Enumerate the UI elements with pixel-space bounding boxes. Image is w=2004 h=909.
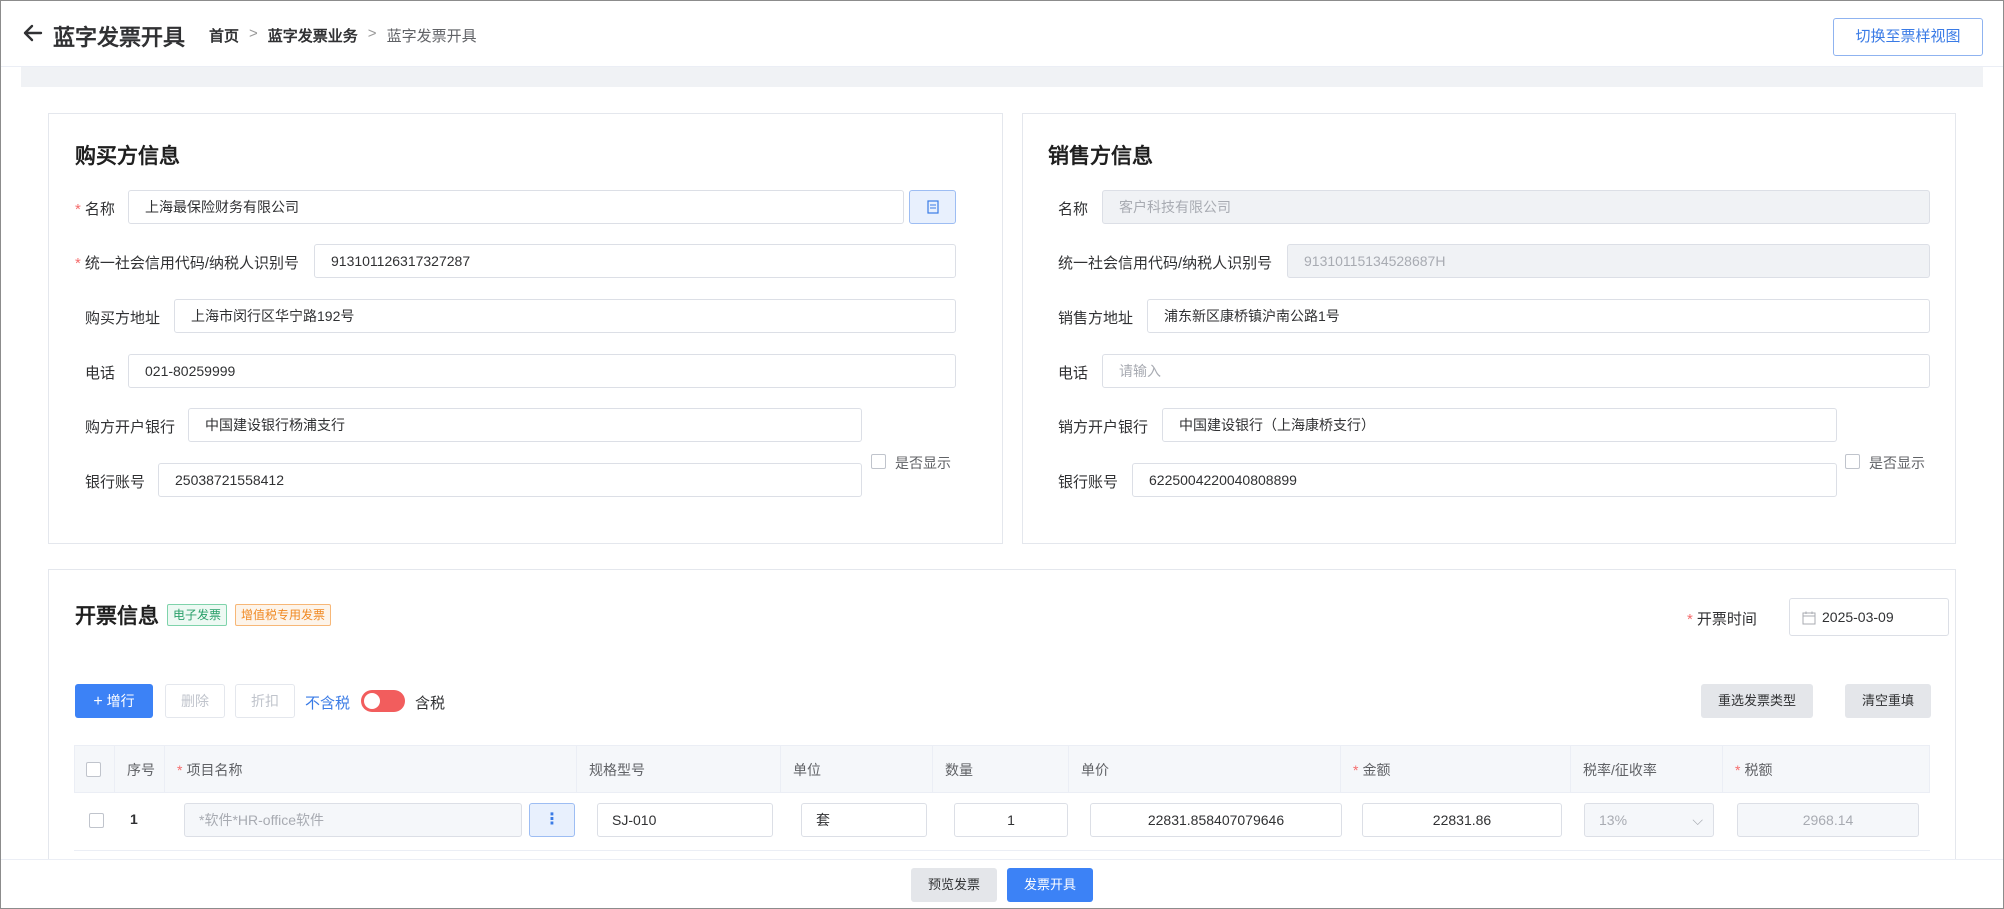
- unit-input[interactable]: 套: [801, 803, 927, 837]
- seller-name-input[interactable]: 客户科技有限公司: [1102, 190, 1930, 224]
- plus-icon: +: [93, 693, 103, 710]
- buyer-address-input[interactable]: 上海市闵行区华宁路192号: [174, 299, 956, 333]
- seller-account-input[interactable]: 6225004220040808899: [1132, 463, 1837, 497]
- more-vertical-icon: ⋮: [544, 811, 560, 828]
- seller-show-label: 是否显示: [1869, 455, 1925, 471]
- select-all-checkbox[interactable]: [86, 762, 101, 777]
- breadcrumb-separator: >: [249, 25, 258, 42]
- discount-button[interactable]: 折扣: [235, 684, 295, 718]
- tax-rate-select[interactable]: 13% ⌵: [1584, 803, 1714, 837]
- back-arrow-icon[interactable]: [21, 19, 45, 47]
- seller-bank-label: 销方开户银行: [1058, 419, 1149, 436]
- seller-panel: 销售方信息 名称 客户科技有限公司 统一社会信用代码/纳税人识别号 913101…: [1022, 113, 1956, 544]
- seller-tax-id-input[interactable]: 91310115134528687H: [1287, 244, 1930, 278]
- items-table-header: 序号 * 项目名称 规格型号 单位 数量 单价 * 金额 税率/征收率 * 税额: [74, 745, 1930, 794]
- calendar-icon: [1802, 611, 1816, 625]
- breadcrumb-home[interactable]: 首页: [209, 25, 239, 46]
- item-more-button[interactable]: ⋮: [529, 803, 575, 837]
- buyer-panel: 购买方信息 * 名称 上海最保险财务有限公司 * 统一社会信用代码/纳税人识别号 9…: [48, 113, 1003, 544]
- breadcrumb-current: 蓝字发票开具: [386, 28, 477, 45]
- buyer-tax-id-label: * 统一社会信用代码/纳税人识别号: [75, 255, 300, 272]
- seller-address-input[interactable]: 浦东新区康桥镇沪南公路1号: [1147, 299, 1930, 333]
- buyer-section-title: 购买方信息: [75, 145, 180, 168]
- col-spec: 规格型号: [577, 746, 781, 794]
- reselect-invoice-type-button[interactable]: 重选发票类型: [1701, 684, 1813, 718]
- chevron-down-icon: ⌵: [1692, 812, 1703, 828]
- buyer-address-label: 购买方地址: [85, 310, 161, 327]
- invoice-section-title: 开票信息 电子发票 增值税专用发票: [75, 600, 332, 630]
- seller-phone-input[interactable]: 请输入: [1102, 354, 1930, 388]
- table-row: 1 *软件*HR-office软件 ⋮ SJ-010 套 1 22831.858…: [74, 793, 1930, 851]
- col-tax: * 税额: [1735, 762, 1773, 778]
- amount-input[interactable]: 22831.86: [1362, 803, 1562, 837]
- vat-special-invoice-tag: 增值税专用发票: [235, 604, 332, 626]
- seller-account-label: 银行账号: [1058, 474, 1119, 491]
- page-title: 蓝字发票开具: [53, 25, 186, 50]
- electronic-invoice-tag: 电子发票: [167, 604, 228, 626]
- tax-toggle-switch[interactable]: [361, 690, 405, 712]
- seller-address-label: 销售方地址: [1058, 310, 1134, 327]
- breadcrumb-separator: >: [367, 25, 377, 42]
- buyer-name-input[interactable]: 上海最保险财务有限公司: [128, 190, 904, 224]
- required-mark: *: [75, 255, 81, 272]
- seller-show-checkbox[interactable]: [1845, 454, 1860, 469]
- required-mark: *: [1687, 611, 1693, 628]
- invoice-date-picker[interactable]: 2025-03-09: [1789, 598, 1949, 636]
- delete-button[interactable]: 删除: [165, 684, 225, 718]
- unit-price-input[interactable]: 22831.858407079646: [1090, 803, 1342, 837]
- breadcrumb-blue-invoice[interactable]: 蓝字发票业务: [268, 25, 358, 46]
- buyer-phone-label: 电话: [85, 365, 116, 382]
- document-icon: [927, 200, 939, 214]
- buyer-bank-label: 购方开户银行: [85, 419, 176, 436]
- col-tax-rate: 税率/征收率: [1571, 746, 1723, 794]
- add-row-button[interactable]: + 增行: [75, 684, 153, 718]
- header-select-all-cell: [75, 746, 115, 794]
- clear-refill-button[interactable]: 清空重填: [1845, 684, 1931, 718]
- tax-input[interactable]: 2968.14: [1737, 803, 1919, 837]
- seller-tax-id-label: 统一社会信用代码/纳税人识别号: [1058, 255, 1273, 272]
- buyer-name-label: * 名称: [75, 201, 115, 218]
- tax-exclusive-label[interactable]: 不含税: [305, 692, 350, 713]
- seller-section-title: 销售方信息: [1048, 145, 1153, 168]
- row-checkbox[interactable]: [89, 813, 104, 828]
- required-mark: *: [75, 201, 81, 218]
- buyer-account-label: 银行账号: [85, 474, 146, 491]
- breadcrumb: 首页 > 蓝字发票业务 > 蓝字发票开具: [209, 25, 477, 46]
- col-qty: 数量: [933, 746, 1069, 794]
- buyer-show-label: 是否显示: [895, 455, 951, 471]
- col-index: 序号: [115, 746, 165, 794]
- seller-bank-input[interactable]: 中国建设银行（上海康桥支行）: [1162, 408, 1837, 442]
- buyer-bank-input[interactable]: 中国建设银行杨浦支行: [188, 408, 862, 442]
- tax-inclusive-label[interactable]: 含税: [415, 692, 445, 713]
- footer-bar: 预览发票 发票开具: [1, 859, 2003, 908]
- col-item-name: * 项目名称: [165, 746, 577, 794]
- col-unit-price: 单价: [1069, 746, 1341, 794]
- buyer-lookup-button[interactable]: [909, 190, 956, 224]
- buyer-show-checkbox[interactable]: [871, 454, 886, 469]
- invoice-date-label: * 开票时间: [1687, 611, 1757, 628]
- row-index: 1: [130, 811, 138, 827]
- quantity-input[interactable]: 1: [954, 803, 1068, 837]
- page-header: 蓝字发票开具 首页 > 蓝字发票业务 > 蓝字发票开具 切换至票样视图: [1, 1, 2003, 67]
- col-amount: * 金额: [1341, 746, 1571, 794]
- toggle-knob: [364, 693, 380, 709]
- preview-invoice-button[interactable]: 预览发票: [911, 868, 997, 902]
- main-content: 购买方信息 * 名称 上海最保险财务有限公司 * 统一社会信用代码/纳税人识别号 9…: [21, 67, 1983, 869]
- buyer-account-input[interactable]: 25038721558412: [158, 463, 862, 497]
- seller-phone-label: 电话: [1058, 365, 1089, 382]
- switch-to-sample-view-button[interactable]: 切换至票样视图: [1833, 18, 1983, 56]
- buyer-tax-id-input[interactable]: 913101126317327287: [314, 244, 956, 278]
- issue-invoice-button[interactable]: 发票开具: [1007, 868, 1093, 902]
- spec-input[interactable]: SJ-010: [597, 803, 773, 837]
- col-unit: 单位: [781, 746, 933, 794]
- buyer-phone-input[interactable]: 021-80259999: [128, 354, 956, 388]
- invoice-date-value: 2025-03-09: [1822, 609, 1894, 625]
- seller-name-label: 名称: [1058, 201, 1089, 218]
- item-name-input[interactable]: *软件*HR-office软件: [184, 803, 522, 837]
